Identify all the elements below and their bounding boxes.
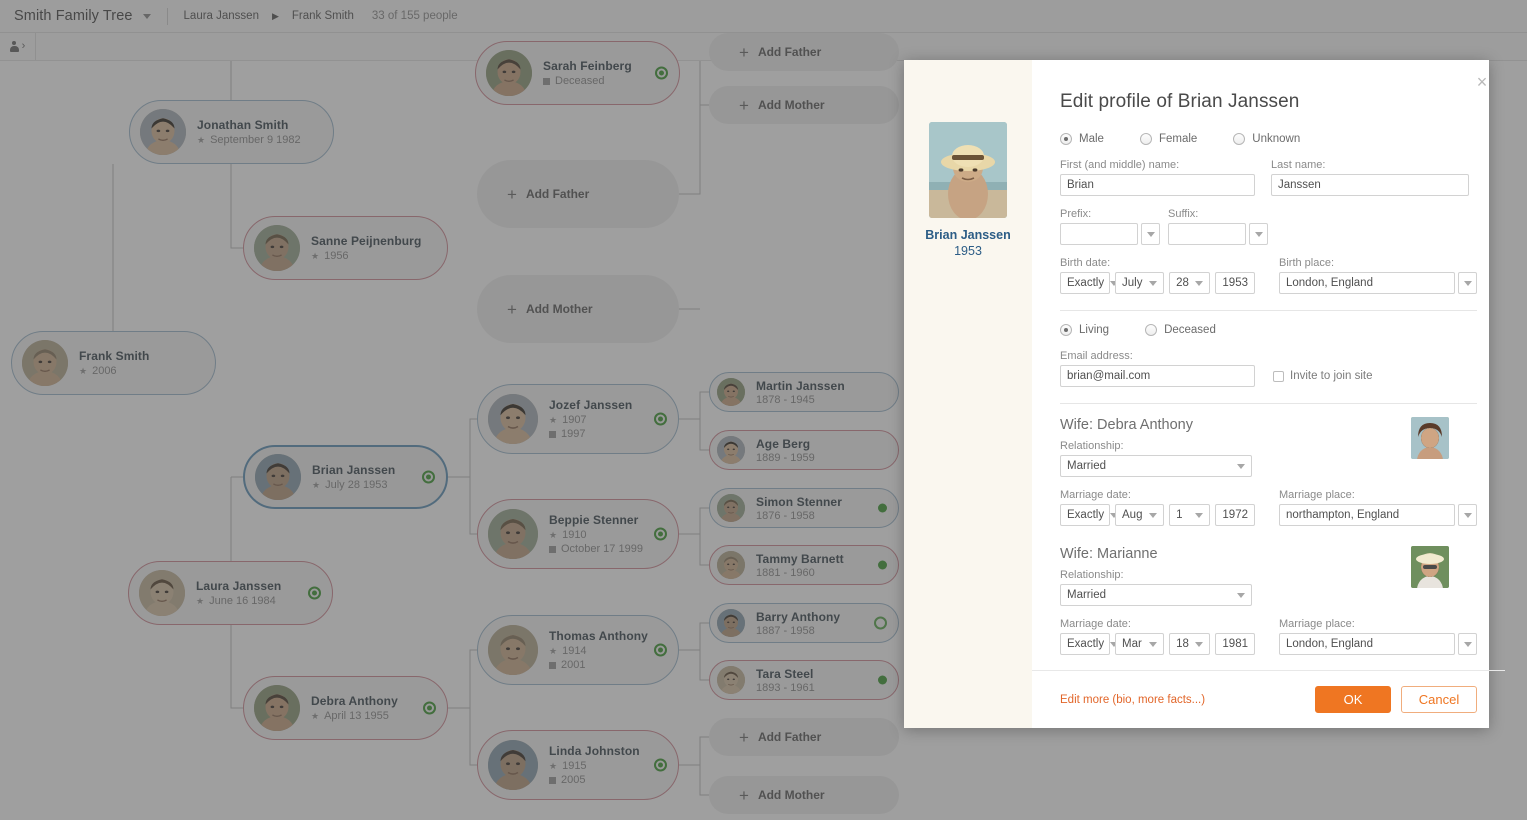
birth-day-value: 28 <box>1176 277 1189 289</box>
edit-form-panel: × Edit profile of Brian Janssen Male Fem… <box>1032 60 1505 728</box>
email-input[interactable]: brian@mail.com <box>1060 365 1255 387</box>
prefix-input[interactable] <box>1060 223 1138 245</box>
relationship-select[interactable]: Married <box>1060 455 1252 477</box>
email-row: Email address: brian@mail.com Invite to … <box>1060 350 1477 387</box>
affix-row: Prefix: Suffix: <box>1060 208 1477 245</box>
gender-unknown-label: Unknown <box>1252 133 1301 145</box>
invite-checkbox[interactable] <box>1273 370 1284 382</box>
birth-month-value: July <box>1122 277 1143 289</box>
relationship-value: Married <box>1067 589 1106 601</box>
marriage-precision-select[interactable]: Exactly <box>1060 504 1119 526</box>
first-name-input[interactable]: Brian <box>1060 174 1255 196</box>
spouse-section: Wife: Debra Anthony Relationship: Marrie… <box>1060 417 1477 526</box>
profile-preview-panel: Brian Janssen 1953 <box>904 60 1032 728</box>
marriage-place-dropdown-icon[interactable] <box>1458 504 1477 526</box>
marriage-precision-value: Exactly <box>1067 638 1105 650</box>
marriage-date-label: Marriage date: <box>1060 618 1131 630</box>
marriage-day-value: 1 <box>1176 509 1183 521</box>
gender-option-male[interactable]: Male <box>1060 133 1104 145</box>
marriage-row: Marriage date: Exactly Aug 1 1972 Marria… <box>1060 489 1477 526</box>
marriage-precision-select[interactable]: Exactly <box>1060 633 1119 655</box>
profile-photo-image <box>929 122 1007 218</box>
dialog-title: Edit profile of Brian Janssen <box>1060 91 1300 112</box>
marriage-year-input[interactable]: 1972 <box>1215 504 1255 526</box>
invite-label: Invite to join site <box>1290 370 1373 382</box>
birth-row: Birth date: Exactly July 28 1953 Birth p… <box>1060 257 1477 294</box>
profile-name: Brian Janssen <box>925 228 1011 242</box>
birth-place-input[interactable]: London, England <box>1279 272 1455 294</box>
marriage-place-label: Marriage place: <box>1279 489 1355 501</box>
marriage-place-input[interactable]: London, England <box>1279 633 1455 655</box>
prefix-dropdown-icon[interactable] <box>1141 223 1160 245</box>
marriage-month-select[interactable]: Mar <box>1115 633 1165 655</box>
ok-button[interactable]: OK <box>1315 686 1391 713</box>
marriage-place-dropdown-icon[interactable] <box>1458 633 1477 655</box>
birth-year-input[interactable]: 1953 <box>1215 272 1255 294</box>
birth-month-select[interactable]: July <box>1115 272 1165 294</box>
suffix-label: Suffix: <box>1168 208 1199 220</box>
profile-photo[interactable] <box>929 122 1007 218</box>
close-icon[interactable]: × <box>1472 72 1492 92</box>
status-deceased-label: Deceased <box>1164 324 1216 336</box>
marriage-day-value: 18 <box>1176 638 1189 650</box>
suffix-dropdown-icon[interactable] <box>1249 223 1268 245</box>
birth-place-label: Birth place: <box>1279 257 1335 269</box>
email-label: Email address: <box>1060 350 1133 362</box>
dialog-footer: Edit more (bio, more facts...) OK Cancel <box>1032 670 1505 728</box>
spouse-section: Wife: Marianne Relationship: Married Mar… <box>1060 546 1477 655</box>
relationship-select[interactable]: Married <box>1060 584 1252 606</box>
status-living-label: Living <box>1079 324 1110 336</box>
status-option-deceased[interactable]: Deceased <box>1145 324 1216 336</box>
name-row: First (and middle) name: Brian Last name… <box>1060 159 1477 196</box>
marriage-place-input[interactable]: northampton, England <box>1279 504 1455 526</box>
divider <box>1060 403 1477 404</box>
marriage-month-value: Mar <box>1122 638 1142 650</box>
birth-place-dropdown-icon[interactable] <box>1458 272 1477 294</box>
gender-option-unknown[interactable]: Unknown <box>1233 133 1300 145</box>
marriage-place-label: Marriage place: <box>1279 618 1355 630</box>
radio-living-icon[interactable] <box>1060 324 1072 336</box>
spouse-photo[interactable] <box>1411 417 1449 459</box>
radio-unknown-icon[interactable] <box>1233 133 1246 145</box>
last-name-input[interactable]: Janssen <box>1271 174 1469 196</box>
spouse-photo-image <box>1411 417 1449 459</box>
relationship-value: Married <box>1067 460 1106 472</box>
gender-option-female[interactable]: Female <box>1139 133 1198 145</box>
radio-male-icon[interactable] <box>1060 133 1072 145</box>
suffix-input[interactable] <box>1168 223 1246 245</box>
radio-female-icon[interactable] <box>1139 133 1152 145</box>
gender-male-label: Male <box>1079 133 1104 145</box>
marriage-day-select[interactable]: 18 <box>1169 633 1211 655</box>
marriage-month-select[interactable]: Aug <box>1115 504 1165 526</box>
birth-date-label: Birth date: <box>1060 257 1111 269</box>
marriage-year-input[interactable]: 1981 <box>1215 633 1255 655</box>
marriage-month-value: Aug <box>1122 509 1143 521</box>
edit-more-link[interactable]: Edit more (bio, more facts...) <box>1060 694 1205 706</box>
first-name-label: First (and middle) name: <box>1060 159 1180 171</box>
spouse-photo[interactable] <box>1411 546 1449 588</box>
birth-precision-value: Exactly <box>1067 277 1105 289</box>
profile-year: 1953 <box>954 244 982 258</box>
prefix-label: Prefix: <box>1060 208 1092 220</box>
divider <box>1060 310 1477 311</box>
last-name-label: Last name: <box>1271 159 1326 171</box>
marriage-day-select[interactable]: 1 <box>1169 504 1211 526</box>
cancel-button[interactable]: Cancel <box>1401 686 1477 713</box>
invite-checkbox-group[interactable]: Invite to join site <box>1273 370 1372 382</box>
edit-profile-dialog: Brian Janssen 1953 × Edit profile of Bri… <box>904 60 1505 728</box>
birth-precision-select[interactable]: Exactly <box>1060 272 1119 294</box>
gender-radio-group: Male Female Unknown <box>1060 133 1477 145</box>
gender-female-label: Female <box>1158 133 1198 145</box>
radio-deceased-icon[interactable] <box>1145 324 1158 336</box>
marriage-precision-value: Exactly <box>1067 509 1105 521</box>
birth-day-select[interactable]: 28 <box>1169 272 1211 294</box>
status-option-living[interactable]: Living <box>1060 324 1109 336</box>
spouse-photo-image <box>1411 546 1449 588</box>
marriage-row: Marriage date: Exactly Mar 18 1981 Marri… <box>1060 618 1477 655</box>
living-status-group: Living Deceased <box>1060 324 1477 336</box>
marriage-date-label: Marriage date: <box>1060 489 1131 501</box>
